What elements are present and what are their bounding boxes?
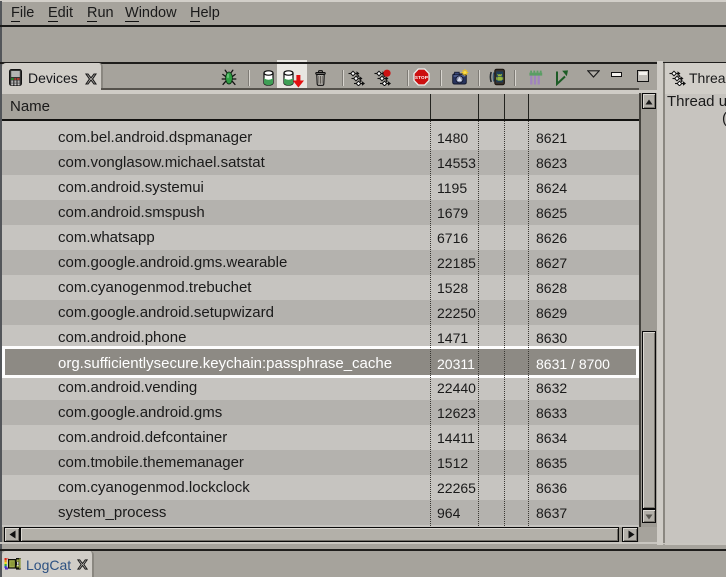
svg-text:STOP: STOP: [415, 75, 428, 80]
